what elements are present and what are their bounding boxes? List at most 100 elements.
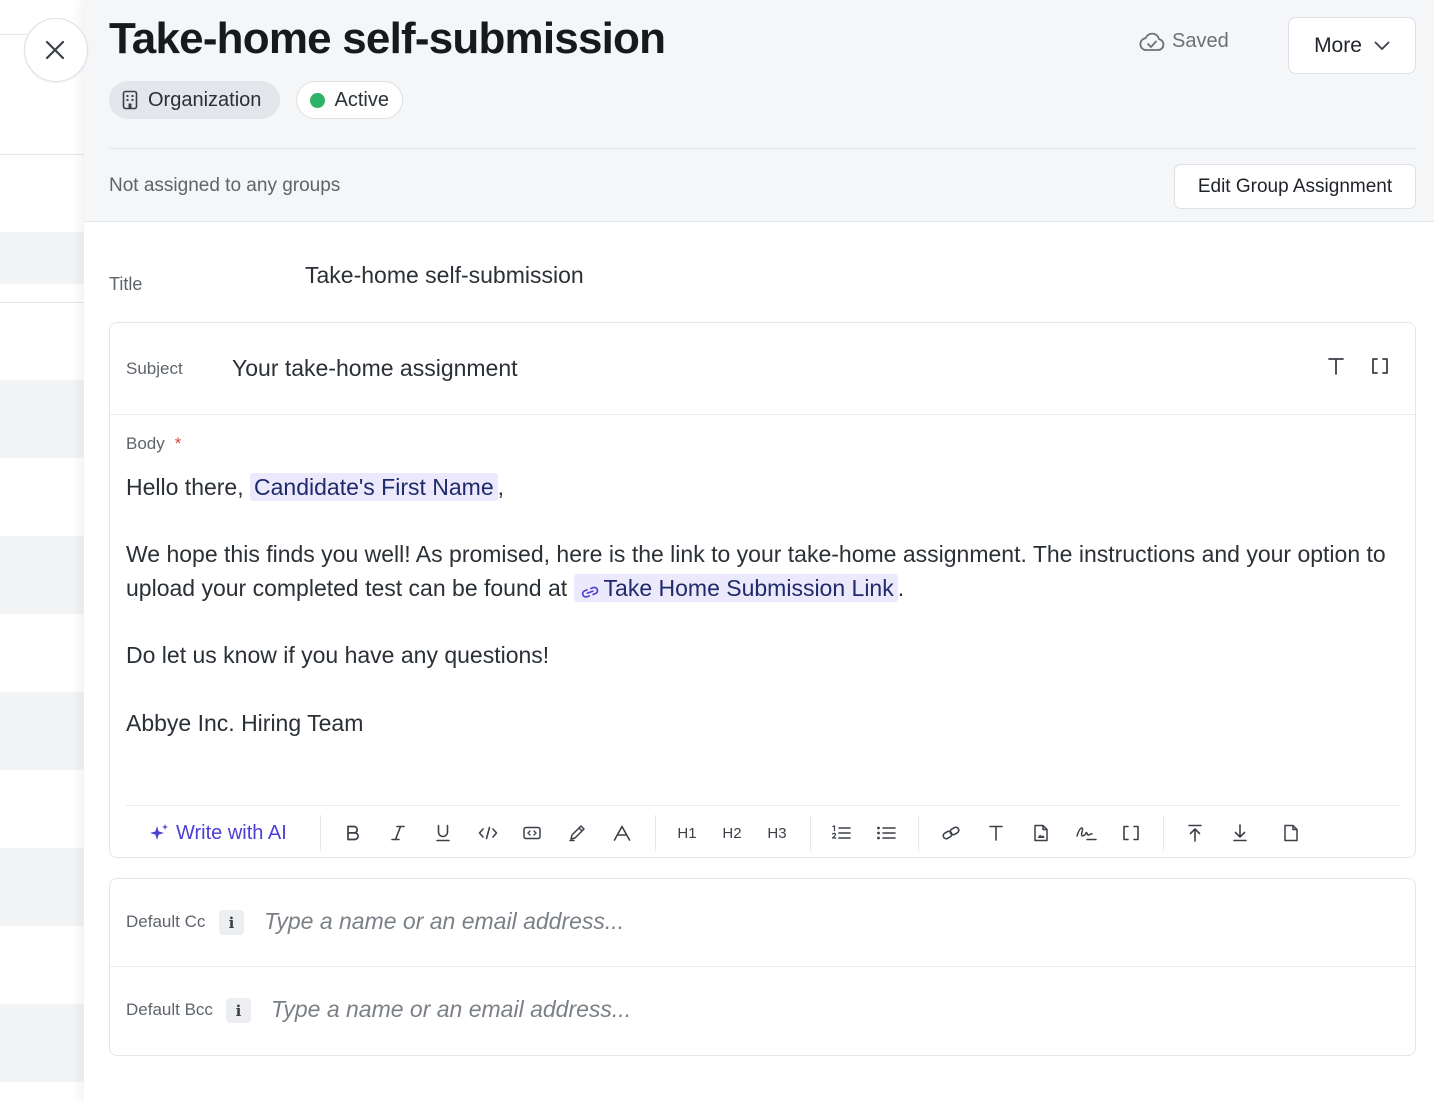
subject-field[interactable]: Your take-home assignment xyxy=(232,355,518,382)
link-icon xyxy=(942,826,960,840)
heading-3-button[interactable]: H3 xyxy=(762,813,792,853)
toolbar-separator xyxy=(320,815,321,851)
bold-button[interactable] xyxy=(338,813,368,853)
bullet-list-button[interactable] xyxy=(871,813,901,853)
toolbar-separator xyxy=(810,815,811,851)
title-label: Title xyxy=(109,274,143,294)
header-divider xyxy=(109,148,1416,149)
background-band xyxy=(0,536,84,614)
greeting-text: Hello there, xyxy=(126,474,244,500)
edit-group-assignment-button[interactable]: Edit Group Assignment xyxy=(1174,164,1416,209)
insert-variable-button[interactable] xyxy=(1116,813,1146,853)
close-button[interactable] xyxy=(24,18,88,82)
toolbar-divider xyxy=(126,805,1400,806)
attach-file-button[interactable] xyxy=(1276,813,1306,853)
insert-signature-button[interactable] xyxy=(1071,813,1101,853)
move-to-top-button[interactable] xyxy=(1180,813,1210,853)
default-cc-label: Default Cc xyxy=(126,912,206,931)
subject-label: Subject xyxy=(126,359,183,378)
heading-2-button[interactable]: H2 xyxy=(717,813,747,853)
required-indicator: * xyxy=(174,434,182,453)
saved-label: Saved xyxy=(1172,30,1229,52)
signature-icon xyxy=(1076,827,1097,841)
close-icon xyxy=(45,40,65,60)
insert-image-button[interactable] xyxy=(1026,813,1056,853)
body-signature[interactable]: Abbye Inc. Hiring Team xyxy=(126,706,1386,740)
file-icon xyxy=(1284,824,1298,842)
code-block-button[interactable] xyxy=(517,813,547,853)
cc-bcc-card: Default Cc i Default Bcc i xyxy=(109,878,1416,1056)
default-bcc-input[interactable] xyxy=(271,991,1171,1027)
background-band xyxy=(0,692,84,770)
organization-chip: Organization xyxy=(109,81,280,119)
underline-icon xyxy=(436,824,450,842)
italic-button[interactable] xyxy=(383,813,413,853)
greeting-end: , xyxy=(497,474,504,500)
numbered-list-icon xyxy=(831,825,851,839)
toolbar-separator xyxy=(1163,815,1164,851)
background-row-divider xyxy=(0,302,84,303)
highlighter-icon xyxy=(569,825,585,842)
underline-button[interactable] xyxy=(428,813,458,853)
default-bcc-row: Default Bcc i xyxy=(110,967,1415,1055)
code-icon xyxy=(478,826,498,840)
body-greeting-line[interactable]: Hello there, Candidate's First Name, xyxy=(126,470,1386,504)
save-status: Saved xyxy=(1138,30,1229,53)
more-button[interactable]: More xyxy=(1288,17,1416,74)
chevron-down-icon xyxy=(1374,41,1390,50)
submission-link-variable[interactable]: Take Home Submission Link xyxy=(573,574,898,602)
font-color-icon xyxy=(613,825,631,841)
numbered-list-button[interactable] xyxy=(826,813,856,853)
group-assignment-status: Not assigned to any groups xyxy=(109,175,341,196)
link-icon xyxy=(581,586,598,598)
more-button-label: More xyxy=(1314,33,1362,57)
image-file-icon xyxy=(1034,824,1048,842)
drawer-header: Take-home self-submission Organization A… xyxy=(84,0,1434,222)
cloud-check-icon xyxy=(1139,32,1165,51)
title-field[interactable]: Take-home self-submission xyxy=(305,262,584,289)
body-paragraph-end: . xyxy=(897,575,905,601)
body-paragraph[interactable]: We hope this finds you well! As promised… xyxy=(126,537,1386,605)
bullet-list-icon xyxy=(877,826,896,840)
brackets-icon xyxy=(1123,825,1139,841)
background-band xyxy=(0,380,84,458)
write-with-ai-label: Write with AI xyxy=(176,821,287,844)
organization-chip-label: Organization xyxy=(148,88,262,111)
code-button[interactable] xyxy=(473,813,503,853)
background-band xyxy=(0,1004,84,1082)
body-questions-line[interactable]: Do let us know if you have any questions… xyxy=(126,638,1386,672)
insert-link-button[interactable] xyxy=(936,813,966,853)
heading-1-button[interactable]: H1 xyxy=(672,813,702,853)
highlight-button[interactable] xyxy=(562,813,592,853)
italic-icon xyxy=(391,825,405,841)
default-cc-input[interactable] xyxy=(264,903,1164,939)
background-row-divider xyxy=(0,154,84,155)
insert-token-button[interactable] xyxy=(981,813,1011,853)
first-name-variable[interactable]: Candidate's First Name xyxy=(250,473,498,501)
insert-variable-icon[interactable] xyxy=(1371,357,1389,375)
template-drawer: Take-home self-submission Organization A… xyxy=(84,0,1434,1102)
info-icon[interactable]: i xyxy=(219,910,244,935)
text-color-button[interactable] xyxy=(607,813,637,853)
background-band xyxy=(0,848,84,926)
building-icon xyxy=(122,90,138,110)
move-to-bottom-button[interactable] xyxy=(1225,813,1255,853)
info-icon[interactable]: i xyxy=(226,998,251,1023)
email-editor-card: Subject Your take-home assignment Body * … xyxy=(109,322,1416,858)
status-badge: Active xyxy=(296,81,403,119)
code-block-icon xyxy=(523,826,541,840)
toolbar-separator xyxy=(918,815,919,851)
background-band xyxy=(0,232,84,284)
sparkles-icon xyxy=(150,824,168,840)
text-format-icon[interactable] xyxy=(1328,357,1344,375)
arrow-up-to-line-icon xyxy=(1188,824,1202,842)
toolbar-separator xyxy=(655,815,656,851)
write-with-ai-button[interactable]: Write with AI xyxy=(148,813,287,853)
body-label-text: Body xyxy=(126,434,165,453)
formatting-toolbar: Write with AI H1 H2 H3 xyxy=(110,813,1415,853)
page-title: Take-home self-submission xyxy=(109,14,666,63)
arrow-down-to-line-icon xyxy=(1233,824,1247,842)
body-label: Body * xyxy=(126,434,181,454)
text-format-icon xyxy=(989,825,1003,841)
default-bcc-label: Default Bcc xyxy=(126,1000,213,1019)
